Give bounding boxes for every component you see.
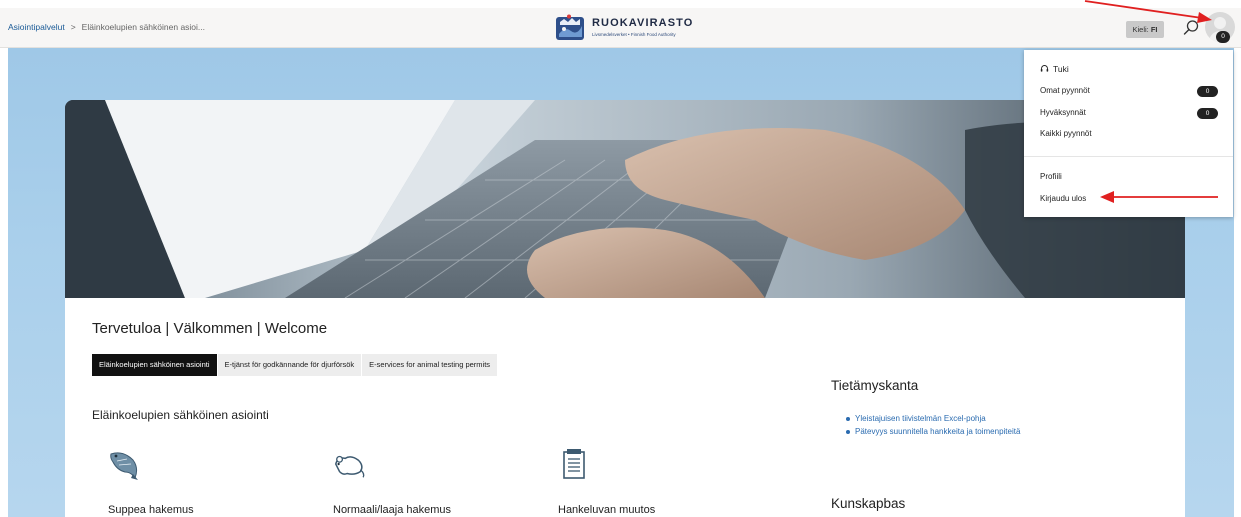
breadcrumb: Asiointipalvelut > Eläinkoelupien sähköine… [8,22,205,32]
knowledge-base-links: Yleistajuisen tiivistelmän Excel-pohja P… [846,412,1020,438]
language-label: Kieli: [1132,25,1149,34]
avatar-head-icon [1214,17,1226,29]
breadcrumb-item-asiointipalvelut[interactable]: Asiointipalvelut [8,22,65,32]
menu-item-profile[interactable]: Profiili [1040,172,1062,181]
menu-support-label: Tuki [1053,64,1069,74]
welcome-heading: Tervetuloa | Välkommen | Welcome [92,320,328,337]
avatar-notification-badge: 0 [1216,31,1230,43]
headset-icon [1040,65,1049,72]
ruokavirasto-logo[interactable]: RUOKAVIRASTO Livsmedelsverket • Finnish … [555,14,715,42]
knowledge-link[interactable]: Yleistajuisen tiivistelmän Excel-pohja [846,412,1020,425]
tab-e-tjanst[interactable]: E-tjänst för godkännande för djurförsök [217,354,362,376]
my-requests-count-badge: 0 [1197,86,1218,97]
document-icon [563,449,585,479]
breadcrumb-separator: > [70,22,76,32]
tab-elainkoelupien[interactable]: Eläinkoelupien sähköinen asiointi [92,354,217,376]
breadcrumb-item-current[interactable]: Eläinkoelupien sähköinen asioi... [82,22,205,32]
service-label: Suppea hakemus [108,504,194,516]
hero-image [65,100,1185,298]
service-label: Normaali/laaja hakemus [333,504,451,516]
approvals-count-badge: 0 [1197,108,1218,119]
service-suppea-hakemus[interactable]: Suppea hakemus [107,448,267,516]
mouse-icon [334,455,365,478]
knowledge-base-title: Tietämyskanta [831,378,919,393]
logo-tagline: Livsmedelsverket • Finnish Food Authorit… [592,32,676,37]
language-value: FI [1150,25,1158,34]
hero-laptop-illustration [65,100,1185,298]
language-selector[interactable]: Kieli: FI [1126,21,1164,38]
service-normaali-laaja-hakemus[interactable]: Normaali/laaja hakemus [332,448,492,516]
fish-icon [110,452,138,480]
menu-item-all-requests[interactable]: Kaikki pyynnöt [1040,129,1092,138]
menu-item-support[interactable]: Tuki [1040,64,1069,74]
top-header: Asiointipalvelut > Eläinkoelupien sähköine… [0,8,1241,48]
main-card: Tervetuloa | Välkommen | Welcome Eläinko… [65,298,1185,517]
menu-item-logout[interactable]: Kirjaudu ulos [1040,194,1086,203]
menu-divider [1024,156,1233,157]
menu-item-my-requests[interactable]: Omat pyynnöt [1040,86,1090,95]
user-menu-dropdown: Tuki Omat pyynnöt Hyväksynnät Kaikki pyy… [1024,50,1233,217]
logo-name: RUOKAVIRASTO [592,17,694,29]
tab-e-services[interactable]: E-services for animal testing permits [362,354,498,376]
knowledge-link[interactable]: Pätevyys suunnitella hankkeita ja toimen… [846,425,1020,438]
search-icon[interactable] [1182,19,1200,37]
knowledge-base-title-sv: Kunskapbas [831,496,906,511]
service-label: Hankeluvan muutos [558,504,656,516]
menu-item-approvals[interactable]: Hyväksynnät [1040,108,1086,117]
service-hankeluvan-muutos[interactable]: Hankeluvan muutos [557,448,717,516]
ruokavirasto-emblem-icon [556,14,584,40]
section-title: Eläinkoelupien sähköinen asiointi [92,408,269,422]
service-tabs: Eläinkoelupien sähköinen asiointi E-tjäns… [92,354,498,376]
